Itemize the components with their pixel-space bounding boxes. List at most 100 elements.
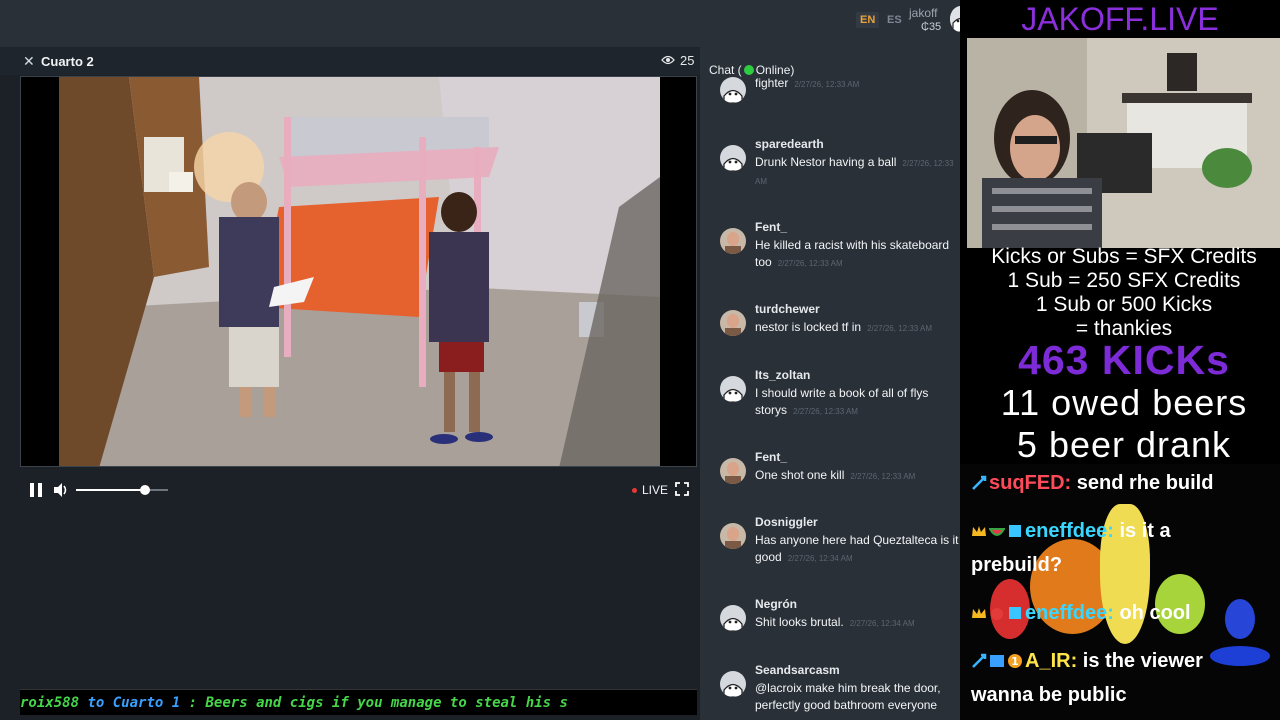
chat-timestamp: 2/27/26, 12:33 AM: [793, 407, 858, 416]
chat-message-body: One shot one kill: [755, 468, 845, 482]
chat-message-body: fighter: [755, 76, 789, 90]
overlay-chat: suqFED: send rhe build eneffdee: is it a…: [960, 464, 1280, 720]
eye-icon: [661, 55, 675, 65]
language-es-button[interactable]: ES: [883, 12, 906, 28]
chat-message-body: nestor is locked tf in: [755, 320, 862, 334]
camera-feed-image: [59, 77, 660, 466]
chat-timestamp: 2/27/26, 12:33 AM: [850, 472, 916, 481]
default-avatar[interactable]: [720, 77, 746, 103]
chat-username[interactable]: turdchewer: [755, 302, 820, 316]
overlay-chat-line: suqFED: send rhe build: [971, 470, 1213, 496]
chat-username[interactable]: Fent_: [755, 450, 787, 464]
chat-message-text: Shit looks brutal. 2/27/26, 12:34 AM: [755, 614, 963, 632]
webcam-image: [967, 38, 1280, 248]
chat-username[interactable]: Fent_: [755, 220, 787, 234]
chat-username[interactable]: Negrón: [755, 597, 797, 611]
room-title: Cuarto 2: [41, 54, 94, 69]
default-avatar[interactable]: [720, 605, 746, 631]
chat-username[interactable]: Seandsarcasm: [755, 663, 840, 677]
ticker-user: roix588: [20, 695, 80, 711]
blueberry-fruit-icon: [1225, 599, 1255, 639]
one-badge-icon: 1: [1008, 654, 1022, 668]
user-photo-avatar[interactable]: [720, 310, 746, 336]
chat-message-text: nestor is locked tf in 2/27/26, 12:33 AM: [755, 319, 963, 337]
app-root: EN ES jakoff ₵35 ✕ Cuarto 2 25 LIVE roix…: [0, 0, 1280, 720]
sword-badge-icon: [972, 475, 987, 490]
chat-message-text: Drunk Nestor having a ball 2/27/26, 12:33…: [755, 154, 963, 190]
stream-overlay: JAKOFF.LIVE Kicks or Subs = SFX Credits …: [960, 0, 1280, 720]
volume-handle[interactable]: [140, 485, 150, 495]
chat-message-text: fighter 2/27/26, 12:33 AM: [755, 75, 963, 93]
chat-panel: Chat (Online) fighter 2/27/26, 12:33 AM sp…: [700, 47, 968, 720]
donation-ticker: roix588 to Cuarto 1 : Beers and cigs if …: [20, 689, 697, 715]
chat-message-body: Drunk Nestor having a ball: [755, 155, 897, 169]
chat-username[interactable]: sparedearth: [755, 137, 824, 151]
close-icon[interactable]: ✕: [23, 53, 35, 70]
svg-text:1: 1: [1011, 655, 1019, 668]
volume-icon[interactable]: [53, 482, 69, 498]
beers-drank-counter: 5 beer drank: [1016, 424, 1232, 465]
video-player[interactable]: [20, 76, 697, 467]
chat-message-text: Has anyone here had Queztalteca is it go…: [755, 532, 963, 567]
overlay-chat-line: eneffdee: is it a: [971, 518, 1171, 544]
credits-balance: ₵35: [921, 21, 942, 33]
ticker-to: to: [87, 695, 105, 711]
chat-message-body: @lacroix make him break the door, perfec…: [755, 681, 941, 712]
default-avatar[interactable]: [720, 145, 746, 171]
overlay-info-line: 1 Sub = 250 SFX Credits: [1007, 269, 1241, 292]
user-photo-avatar[interactable]: [720, 523, 746, 549]
chat-message-list[interactable]: fighter 2/27/26, 12:33 AM sparedearth Drunk…: [709, 76, 968, 720]
chat-timestamp: 2/27/26, 12:33 AM: [794, 80, 860, 89]
viewer-count: 25: [680, 53, 695, 68]
volume-slider[interactable]: [76, 485, 168, 495]
overlay-chat-line: 1 A_IR: is the viewer: [971, 648, 1203, 674]
crown-badge-icon: [972, 608, 986, 618]
video-panel: ✕ Cuarto 2 25 LIVE roix588 to Cuarto 1:…: [0, 47, 700, 720]
crown-badge-icon: [972, 526, 986, 536]
chat-timestamp: 2/27/26, 12:33 AM: [867, 324, 932, 333]
online-status-icon: [743, 65, 754, 75]
overlay-brand: JAKOFF.LIVE: [1021, 1, 1219, 37]
volume-level-fill: [76, 489, 145, 491]
cube-badge-icon: [1009, 607, 1021, 619]
username[interactable]: jakoff: [909, 6, 937, 20]
ticker-separator: :: [188, 695, 198, 711]
chat-message-body: Shit looks brutal.: [755, 615, 844, 629]
fullscreen-icon[interactable]: [675, 482, 689, 496]
chat-message-text: @lacroix make him break the door, perfec…: [755, 680, 963, 714]
overlay-info-line: Kicks or Subs = SFX Credits: [991, 245, 1257, 268]
video-header: ✕ Cuarto 2 25: [0, 47, 700, 75]
sword-badge-icon: [972, 653, 987, 668]
language-en-button[interactable]: EN: [856, 12, 880, 28]
live-label: LIVE: [642, 483, 669, 497]
overlay-info-line: 1 Sub or 500 Kicks: [1035, 293, 1213, 316]
pause-icon[interactable]: [30, 483, 42, 497]
chat-timestamp: 2/27/26, 12:33 AM: [777, 259, 843, 268]
chat-username[interactable]: Dosniggler: [755, 515, 818, 529]
cube-badge-icon: [1009, 525, 1021, 537]
user-photo-avatar[interactable]: [720, 228, 746, 254]
chat-timestamp: 2/27/26, 12:34 AM: [849, 619, 915, 628]
chat-message-text: I should write a book of all of flys sto…: [755, 385, 963, 420]
user-photo-avatar[interactable]: [720, 458, 746, 484]
overlay-chat-line: wanna be public: [971, 684, 1127, 706]
default-avatar[interactable]: [720, 376, 746, 402]
chat-username[interactable]: Its_zoltan: [755, 368, 810, 382]
chat-timestamp: 2/27/26, 12:34 AM: [787, 554, 853, 563]
watermelon-badge-icon: [989, 528, 1005, 536]
player-controls: LIVE: [20, 477, 697, 503]
strawberry-badge-icon: [991, 608, 1003, 620]
ticker-message: Beers and cigs if you manage to steal hi…: [205, 695, 568, 711]
chat-message-text: One shot one kill 2/27/26, 12:33 AM: [755, 467, 963, 485]
chat-header-label: Chat (: [709, 63, 742, 77]
bot-badge-icon: [990, 655, 1004, 667]
chat-message-body: Has anyone here had Queztalteca is it go…: [755, 533, 959, 564]
owed-beers-counter: 11 owed beers: [1000, 382, 1248, 423]
kicks-counter: 463 KICKs: [1018, 337, 1230, 383]
overlay-chat-line: prebuild?: [971, 554, 1063, 576]
overlay-chat-line: eneffdee: oh cool: [971, 600, 1191, 626]
top-bar: EN ES jakoff ₵35: [0, 0, 972, 47]
default-avatar[interactable]: [720, 671, 746, 697]
stage-light: [1210, 646, 1270, 666]
ticker-room: Cuarto 1: [112, 695, 181, 711]
